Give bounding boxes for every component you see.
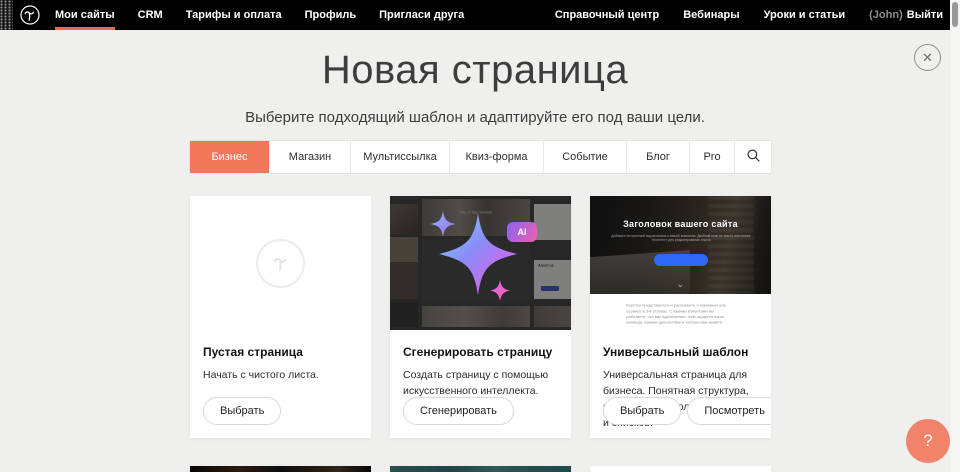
tab-business[interactable]: Бизнес — [190, 141, 269, 173]
chevron-down-icon: ⌄ — [677, 280, 685, 288]
ai-sparkle-icon — [390, 196, 571, 330]
card-title: Сгенерировать страницу — [403, 345, 558, 359]
card-row2-2[interactable] — [390, 466, 571, 472]
card-body: Пустая страница Начать с чистого листа. — [190, 330, 371, 383]
user-name-label: (John) — [869, 9, 903, 21]
template-preview-dark — [190, 466, 371, 472]
nav-profile[interactable]: Профиль — [305, 0, 356, 30]
card-row2-3[interactable] — [590, 466, 771, 472]
card-title: Универсальный шаблон — [603, 345, 758, 359]
scrollbar-thumb[interactable] — [952, 2, 958, 27]
view-template-button[interactable]: Посмотреть — [687, 397, 771, 425]
card-ai-generate: Title of Your Website About us — [390, 196, 571, 438]
logout-link[interactable]: Выйти — [907, 9, 943, 21]
blank-page-preview — [190, 196, 371, 330]
choose-template-button[interactable]: Выбрать — [603, 397, 681, 425]
template-preview-teal — [390, 466, 571, 472]
secondary-navigation: Справочный центр Вебинары Уроки и статьи… — [555, 0, 943, 30]
tab-multilink[interactable]: Мультиссылка — [350, 141, 449, 173]
tab-quiz-form[interactable]: Квиз-форма — [449, 141, 543, 173]
generate-button[interactable]: Сгенерировать — [403, 397, 514, 425]
card-blank-page: Пустая страница Начать с чистого листа. … — [190, 196, 371, 438]
template-preview-white — [590, 466, 771, 472]
tilda-watermark-icon — [256, 239, 305, 288]
nav-help-center[interactable]: Справочный центр — [555, 0, 659, 30]
ai-preview: Title of Your Website About us — [390, 196, 571, 330]
card-row2-1[interactable] — [190, 466, 371, 472]
template-cards-grid: Пустая страница Начать с чистого листа. … — [190, 196, 771, 472]
nav-crm[interactable]: CRM — [138, 0, 163, 30]
template-category-tabs: Бизнес Магазин Мультиссылка Квиз-форма С… — [190, 141, 771, 173]
card-actions: Выбрать — [203, 397, 281, 425]
nav-invite-friend[interactable]: Пригласи друга — [379, 0, 464, 30]
card-description: Создать страницу с помощью искусственног… — [403, 367, 558, 399]
close-button[interactable]: ✕ — [914, 44, 941, 71]
page-title: Новая страница — [0, 48, 950, 93]
tab-event[interactable]: Событие — [543, 141, 626, 173]
template-hero-heading: Заголовок вашего сайта — [590, 219, 771, 229]
tab-pro[interactable]: Pro — [689, 141, 734, 173]
card-universal-template: Заголовок вашего сайта Добавьте интересн… — [590, 196, 771, 438]
card-body: Сгенерировать страницу Создать страницу … — [390, 330, 571, 399]
card-description: Начать с чистого листа. — [203, 367, 358, 383]
question-mark-icon: ? — [923, 431, 932, 451]
user-session: (John) Выйти — [869, 9, 943, 21]
nav-lessons[interactable]: Уроки и статьи — [764, 0, 846, 30]
help-button[interactable]: ? — [906, 419, 950, 463]
card-title: Пустая страница — [203, 345, 358, 359]
template-hero-subtext: Добавьте интересный подзаголовок о вашей… — [609, 234, 752, 243]
tab-blog[interactable]: Блог — [626, 141, 689, 173]
nav-my-sites[interactable]: Мои сайты — [55, 0, 115, 30]
ai-badge: AI — [507, 222, 537, 242]
template-hero-image: Заголовок вашего сайта Добавьте интересн… — [590, 196, 771, 294]
template-cta-button-shape — [654, 254, 708, 266]
card-actions: Выбрать Посмотреть — [603, 397, 771, 425]
choose-blank-button[interactable]: Выбрать — [203, 397, 281, 425]
page-subtitle: Выберите подходящий шаблон и адаптируйте… — [0, 109, 950, 126]
tab-search-button[interactable] — [734, 141, 771, 173]
universal-template-preview: Заголовок вашего сайта Добавьте интересн… — [590, 196, 771, 330]
close-icon: ✕ — [922, 50, 933, 65]
nav-tariffs[interactable]: Тарифы и оплата — [186, 0, 282, 30]
tilda-logo-icon[interactable] — [20, 5, 40, 25]
search-icon — [747, 149, 760, 165]
template-body-text: Коротко представьтесь и расскажите о ком… — [626, 303, 735, 329]
tab-shop[interactable]: Магазин — [269, 141, 350, 173]
primary-navigation: Мои сайты CRM Тарифы и оплата Профиль Пр… — [55, 0, 464, 30]
edge-texture-decoration — [0, 0, 13, 30]
nav-webinars[interactable]: Вебинары — [683, 0, 739, 30]
page-scrollbar[interactable] — [950, 0, 960, 472]
card-actions: Сгенерировать — [403, 397, 514, 425]
top-header-bar: Мои сайты CRM Тарифы и оплата Профиль Пр… — [0, 0, 960, 30]
